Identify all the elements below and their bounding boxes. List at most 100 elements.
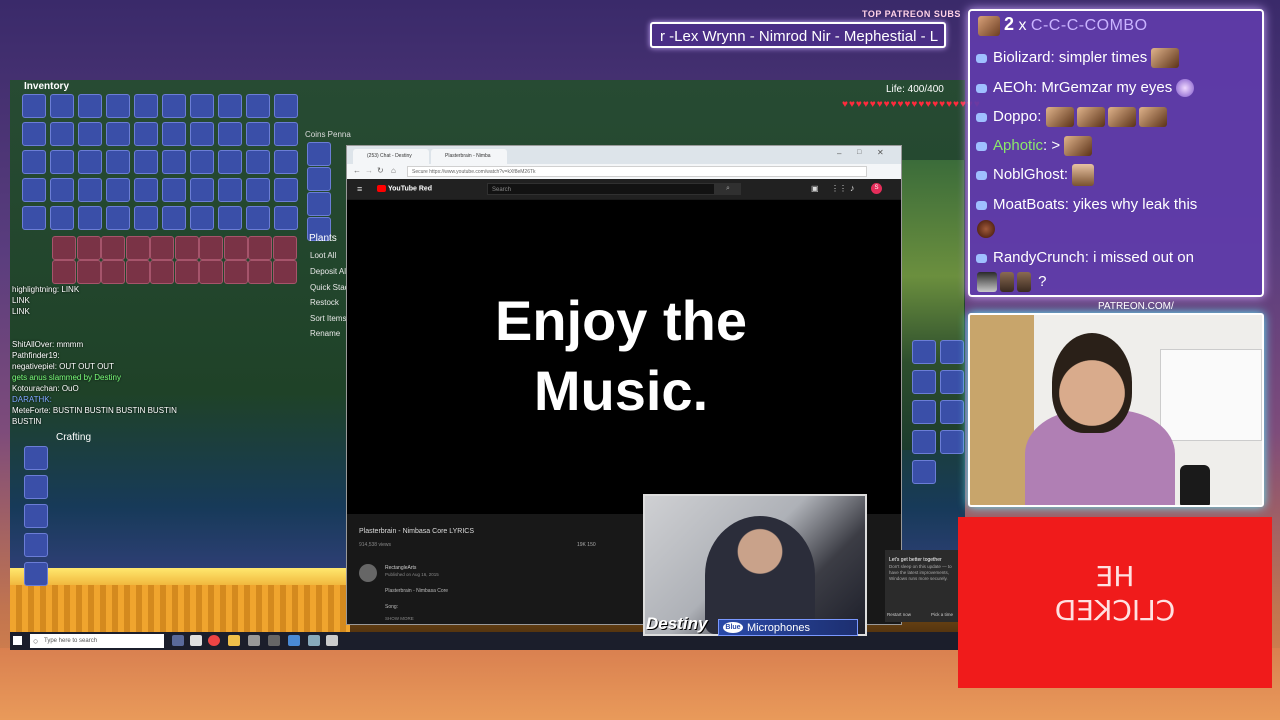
inventory-slot[interactable]	[174, 236, 199, 260]
inventory-slot[interactable]	[246, 178, 270, 202]
inventory-slot[interactable]	[101, 260, 125, 284]
inventory-slot[interactable]	[218, 122, 242, 146]
taskbar-app-icon[interactable]	[308, 635, 320, 646]
inventory-slot[interactable]	[106, 206, 130, 230]
taskbar-app-icon[interactable]	[190, 635, 202, 646]
inventory-slot[interactable]	[50, 94, 74, 118]
inventory-slot[interactable]	[50, 122, 74, 146]
upload-icon[interactable]: ▣	[811, 184, 819, 193]
inventory-slot[interactable]	[134, 206, 158, 230]
minimize-icon[interactable]: –	[837, 149, 841, 158]
inventory-slot[interactable]	[246, 206, 270, 230]
inventory-slot[interactable]	[134, 178, 158, 202]
show-more-button[interactable]: SHOW MORE	[385, 616, 414, 621]
chat-username[interactable]: AEOh	[993, 79, 1033, 96]
account-avatar[interactable]: S	[871, 183, 882, 194]
crafting-slot[interactable]	[24, 475, 48, 499]
chat-username[interactable]: NoblGhost	[993, 166, 1064, 183]
taskbar-app-icon[interactable]	[172, 635, 184, 646]
inventory-slot[interactable]	[50, 178, 74, 202]
rename-button[interactable]: Rename	[310, 329, 340, 338]
inventory-slot[interactable]	[76, 260, 101, 284]
inventory-slot[interactable]	[106, 122, 130, 146]
inventory-slot[interactable]	[223, 236, 248, 260]
equipment-slot[interactable]	[940, 340, 964, 364]
inventory-slot[interactable]	[134, 94, 158, 118]
equipment-slot[interactable]	[912, 430, 936, 454]
channel-avatar[interactable]	[359, 564, 377, 582]
inventory-slot[interactable]	[125, 236, 150, 260]
inventory-slot[interactable]	[22, 122, 46, 146]
inventory-slot[interactable]	[52, 260, 76, 284]
taskbar-app-icon[interactable]	[326, 635, 338, 646]
forward-icon[interactable]: →	[365, 166, 373, 175]
browser-tab-active[interactable]: Plasterbrain - Nimba	[431, 149, 507, 164]
inventory-slot[interactable]	[274, 122, 298, 146]
inventory-slot[interactable]	[76, 236, 101, 260]
inventory-slot[interactable]	[50, 206, 74, 230]
equipment-slot[interactable]	[940, 370, 964, 394]
inventory-slot[interactable]	[274, 94, 298, 118]
inventory-slot[interactable]	[134, 150, 158, 174]
home-icon[interactable]: ⌂	[391, 166, 396, 175]
inventory-slot[interactable]	[162, 150, 186, 174]
inventory-slot[interactable]	[272, 236, 297, 260]
pick-time-button[interactable]: Pick a time	[931, 612, 953, 617]
taskbar-search-input[interactable]: ○ Type here to search	[30, 634, 164, 648]
inventory-slot[interactable]	[246, 122, 270, 146]
inventory-slot[interactable]	[162, 94, 186, 118]
inventory-slot[interactable]	[106, 150, 130, 174]
like-dislike-counts[interactable]: 19K 150	[577, 542, 596, 548]
chat-username[interactable]: RandyCrunch	[993, 249, 1085, 266]
inventory-slot[interactable]	[218, 150, 242, 174]
folder-icon[interactable]	[228, 635, 240, 646]
inventory-slot[interactable]	[218, 178, 242, 202]
taskbar-app-icon[interactable]	[248, 635, 260, 646]
inventory-slot[interactable]	[218, 94, 242, 118]
inventory-slot[interactable]	[50, 150, 74, 174]
maximize-icon[interactable]: □	[857, 149, 861, 156]
restock-button[interactable]: Restock	[310, 298, 339, 307]
inventory-slot[interactable]	[274, 178, 298, 202]
youtube-search-input[interactable]: Search	[487, 183, 715, 195]
reload-icon[interactable]: ↻	[377, 166, 384, 175]
browser-tab[interactable]: (253) Chat - Destiny	[353, 149, 429, 164]
windows-start-icon[interactable]	[13, 636, 22, 645]
inventory-slot[interactable]	[246, 150, 270, 174]
inventory-slot[interactable]	[134, 122, 158, 146]
inventory-slot[interactable]	[78, 122, 102, 146]
equipment-slot[interactable]	[912, 460, 936, 484]
loot-all-button[interactable]: Loot All	[310, 251, 336, 260]
chrome-icon[interactable]	[208, 635, 220, 646]
inventory-slot[interactable]	[78, 94, 102, 118]
inventory-slot[interactable]	[78, 150, 102, 174]
equipment-slot[interactable]	[912, 400, 936, 424]
inventory-slot[interactable]	[101, 236, 125, 260]
inventory-slot[interactable]	[106, 94, 130, 118]
inventory-slot[interactable]	[22, 206, 46, 230]
back-icon[interactable]: ←	[353, 166, 361, 175]
inventory-slot[interactable]	[274, 206, 298, 230]
inventory-slot[interactable]	[78, 178, 102, 202]
inventory-slot[interactable]	[174, 260, 199, 284]
inventory-slot[interactable]	[106, 178, 130, 202]
channel-name[interactable]: RectangleArts	[385, 565, 416, 571]
search-button[interactable]: ⌕	[715, 183, 741, 195]
inventory-slot[interactable]	[248, 260, 272, 284]
inventory-slot[interactable]	[248, 236, 272, 260]
inventory-slot[interactable]	[223, 260, 248, 284]
taskbar-app-icon[interactable]	[268, 635, 280, 646]
chat-username[interactable]: Doppo	[993, 108, 1037, 125]
inventory-slot[interactable]	[218, 206, 242, 230]
inventory-slot[interactable]	[22, 94, 46, 118]
menu-icon[interactable]: ≡	[357, 184, 362, 194]
inventory-slot[interactable]	[190, 122, 214, 146]
equipment-slot[interactable]	[940, 400, 964, 424]
inventory-slot[interactable]	[307, 192, 331, 216]
notifications-icon[interactable]: ♪	[850, 183, 855, 193]
crafting-slot[interactable]	[24, 504, 48, 528]
inventory-slot[interactable]	[190, 206, 214, 230]
inventory-slot[interactable]	[150, 236, 174, 260]
inventory-slot[interactable]	[125, 260, 150, 284]
sort-items-button[interactable]: Sort Items	[310, 314, 346, 323]
